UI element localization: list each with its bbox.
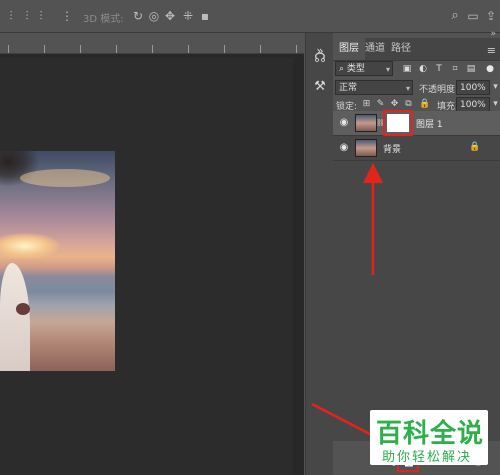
opacity-value: 100% [460,83,486,93]
chevron-down-icon[interactable]: ▾ [490,99,500,110]
filter-pixel-icon[interactable]: ▣ [401,63,413,75]
distribute-icon[interactable]: ⋮ [60,9,74,23]
layer-name[interactable]: 图层 1 [416,117,443,130]
mask-highlight-box [383,110,413,136]
panel-dock-strip: » ☊ ⚒ [305,33,334,475]
person-adjust-icon[interactable]: ☊ [312,51,328,67]
layers-list: ◉ ⛓ 图层 1 ◉ 背景 🔒 [333,110,500,441]
filter-row: ⌕ 类型 ▾ ▣ ◐ T ⌗ ▤ ● [333,61,500,77]
photo-image[interactable] [0,151,115,371]
3d-slide-icon[interactable]: ⁜ [181,9,195,23]
chevron-down-icon[interactable]: ▾ [490,82,500,93]
3d-pan-icon[interactable]: ✥ [163,9,177,23]
watermark-subtitle: 助你轻松解决 [382,450,473,465]
layer-name[interactable]: 背景 [383,142,401,155]
blend-mode-dropdown[interactable]: 正常 ▾ [335,80,413,95]
align-right-icon[interactable]: ⫶ [34,9,48,23]
search-icon[interactable]: ⌕ [448,9,462,23]
watermark-logo: 百科全说 助你轻松解决 [370,410,488,465]
filter-shape-icon[interactable]: ⌗ [449,63,461,75]
panel-tabs: 图层 通道 路径 ≡ [333,38,500,61]
lock-all-icon[interactable]: 🔒 [419,99,430,110]
layers-panel: » 图层 通道 路径 ≡ ⌕ 类型 ▾ ▣ ◐ T ⌗ ▤ ● 正常 ▾ 不透明… [333,29,500,475]
layer-row[interactable]: ◉ ⛓ 图层 1 [333,110,500,136]
lock-artboard-icon[interactable]: ⧉ [403,99,414,110]
lock-transparent-icon[interactable]: ⊞ [361,99,372,110]
chevron-down-icon: ▾ [385,65,390,74]
workspace-icon[interactable]: ▭ [466,9,480,23]
tab-paths[interactable]: 路径 [385,38,417,60]
blend-row: 正常 ▾ 不透明度: 100% ▾ [333,80,500,96]
fill-value: 100% [460,100,486,110]
fill-field[interactable]: 100% [456,97,490,112]
blend-mode-value: 正常 [339,83,358,93]
layer-thumbnail [355,114,377,132]
share-icon[interactable]: ⇪ [484,9,498,23]
eye-icon[interactable]: ◉ [338,142,350,154]
filter-type-icon[interactable]: T [433,63,445,75]
filter-type-label: 类型 [346,64,365,74]
filter-adjustment-icon[interactable]: ◐ [417,63,429,75]
layer-row[interactable]: ◉ 背景 🔒 [333,136,500,161]
tools-icon[interactable]: ⚒ [312,79,328,95]
panel-menu-icon[interactable]: ≡ [487,44,496,57]
3d-roll-icon[interactable]: ◎ [147,9,161,23]
options-bar: ⫶ ⫶ ⫶ ⋮ 3D 模式: ↻ ◎ ✥ ⁜ ▪ ⌕ ▭ ⇪ [0,0,500,33]
lock-position-icon[interactable]: ✥ [389,99,400,110]
lock-icon: 🔒 [469,142,481,152]
3d-scale-icon[interactable]: ▪ [198,9,212,23]
filter-toggle-icon[interactable]: ● [484,63,496,75]
filter-type-dropdown[interactable]: ⌕ 类型 ▾ [335,61,393,76]
3d-mode-label: 3D 模式: [83,14,124,25]
layer-thumbnail [355,139,377,157]
chevron-down-icon: ▾ [405,84,410,93]
filter-smart-object-icon[interactable]: ▤ [465,63,477,75]
horizontal-ruler [0,33,304,54]
opacity-field[interactable]: 100% [456,80,490,95]
search-small-icon: ⌕ [339,64,345,74]
opacity-label: 不透明度: [419,85,459,95]
watermark-title: 百科全说 [376,419,485,449]
3d-rotate-icon[interactable]: ↻ [131,9,145,23]
align-left-icon[interactable]: ⫶ [4,9,18,23]
lock-paint-icon[interactable]: ✎ [375,99,386,110]
eye-icon[interactable]: ◉ [338,117,350,129]
align-center-icon[interactable]: ⫶ [20,9,34,23]
